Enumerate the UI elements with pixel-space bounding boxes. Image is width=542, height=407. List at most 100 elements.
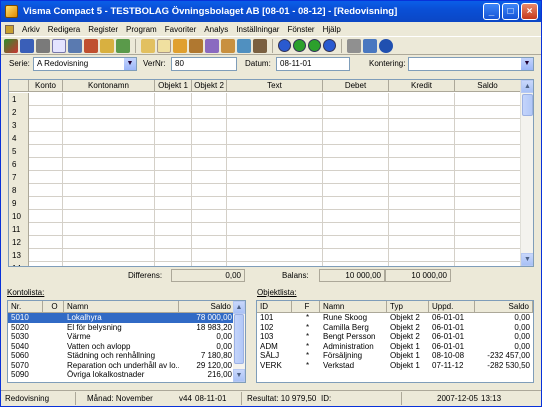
menu-register[interactable]: Register — [88, 25, 118, 34]
print-icon[interactable] — [36, 38, 50, 53]
grid-cell[interactable] — [455, 93, 521, 106]
list-item[interactable]: 5060 Städning och renhållning 7 180,80 — [8, 351, 245, 361]
grid-cell[interactable] — [389, 210, 455, 223]
col-text[interactable]: Text — [227, 80, 323, 92]
grid-cell[interactable] — [227, 184, 323, 197]
grid-row[interactable]: 3 — [9, 119, 521, 132]
menu-arkiv[interactable]: Arkiv — [22, 25, 40, 34]
grid-cell[interactable] — [63, 93, 155, 106]
grid-row[interactable]: 2 — [9, 106, 521, 119]
list-item[interactable]: ADM * Administration Objekt 1 06-01-01 0,00 — [257, 342, 533, 352]
grid-cell[interactable] — [29, 210, 63, 223]
col-saldo[interactable]: Saldo — [179, 301, 235, 313]
col-saldo[interactable]: Saldo — [475, 301, 533, 313]
grid-cell[interactable] — [227, 93, 323, 106]
grid-cell[interactable] — [192, 262, 227, 266]
grid-cell[interactable] — [192, 197, 227, 210]
grid-cell[interactable] — [192, 184, 227, 197]
grid-cell[interactable] — [389, 119, 455, 132]
grid-row[interactable]: 12 — [9, 236, 521, 249]
grid-cell[interactable] — [389, 106, 455, 119]
grid-cell[interactable] — [192, 145, 227, 158]
grid-cell[interactable] — [227, 132, 323, 145]
grid-cell[interactable] — [455, 158, 521, 171]
grid-cell[interactable] — [29, 158, 63, 171]
close-button[interactable]: × — [521, 3, 538, 20]
grid-cell[interactable] — [323, 249, 389, 262]
grid-cell[interactable] — [155, 184, 192, 197]
menu-favoriter[interactable]: Favoriter — [165, 25, 197, 34]
list-item[interactable]: VERK * Verkstad Objekt 1 07-11-12 -282 530,50 — [257, 361, 533, 371]
grid-cell[interactable] — [29, 171, 63, 184]
menu-analys[interactable]: Analys — [204, 25, 228, 34]
kontolista[interactable]: Nr. O Namn Saldo 5010 Lokalhyra 78 000,00 5… — [7, 300, 246, 383]
grid-cell[interactable] — [192, 210, 227, 223]
grid-cell[interactable] — [63, 171, 155, 184]
scroll-up-icon[interactable]: ▲ — [233, 301, 245, 314]
grid-row[interactable]: 9 — [9, 197, 521, 210]
chevron-down-icon[interactable]: ▼ — [123, 58, 136, 70]
grid-cell[interactable] — [29, 236, 63, 249]
list-item[interactable]: 5090 Övriga lokalkostnader 216,00 — [8, 370, 245, 380]
chevron-down-icon[interactable]: ▼ — [520, 58, 533, 70]
col-id[interactable]: ID — [257, 301, 292, 313]
grid-cell[interactable] — [227, 249, 323, 262]
col-nr[interactable]: Nr. — [8, 301, 43, 313]
grid-cell[interactable] — [389, 223, 455, 236]
grid-cell[interactable] — [323, 210, 389, 223]
menu-redigera[interactable]: Redigera — [48, 25, 80, 34]
grid-cell[interactable] — [323, 93, 389, 106]
grid-cell[interactable] — [155, 223, 192, 236]
grid-cell[interactable] — [155, 145, 192, 158]
grid-row[interactable]: 6 — [9, 158, 521, 171]
grid-cell[interactable] — [155, 171, 192, 184]
grid-cell[interactable] — [323, 145, 389, 158]
scroll-thumb[interactable] — [234, 314, 244, 364]
grid-cell[interactable] — [192, 223, 227, 236]
grid-cell[interactable] — [29, 184, 63, 197]
col-debet[interactable]: Debet — [323, 80, 389, 92]
grid-cell[interactable] — [227, 223, 323, 236]
grid-cell[interactable] — [455, 145, 521, 158]
list-item[interactable]: 5070 Reparation och underhåll av lo... 29 … — [8, 361, 245, 371]
grid-row[interactable]: 7 — [9, 171, 521, 184]
grid-cell[interactable] — [63, 184, 155, 197]
grid-scrollbar[interactable]: ▲ ▼ — [520, 80, 533, 266]
grid-cell[interactable] — [29, 145, 63, 158]
grid-cell[interactable] — [155, 106, 192, 119]
kontolista-scrollbar[interactable]: ▲ ▼ — [233, 301, 245, 382]
previous-record-icon[interactable] — [293, 39, 306, 52]
grid-cell[interactable] — [227, 171, 323, 184]
grid-cell[interactable] — [455, 210, 521, 223]
archive-icon[interactable] — [253, 38, 267, 53]
grid-cell[interactable] — [323, 119, 389, 132]
grid-cell[interactable] — [192, 93, 227, 106]
add-icon[interactable] — [116, 38, 130, 53]
grid-cell[interactable] — [389, 262, 455, 266]
info-icon[interactable] — [379, 38, 393, 53]
col-kontonamn[interactable]: Kontonamn — [63, 80, 155, 92]
grid-cell[interactable] — [155, 236, 192, 249]
maximize-button[interactable]: □ — [502, 3, 519, 20]
grid-row[interactable]: 8 — [9, 184, 521, 197]
kontering-select[interactable]: ▼ — [408, 57, 534, 71]
menu-fonster[interactable]: Fönster — [287, 25, 314, 34]
grid-cell[interactable] — [323, 106, 389, 119]
save-icon[interactable] — [20, 38, 34, 53]
app-switch-icon[interactable] — [4, 38, 18, 53]
grid-cell[interactable] — [63, 158, 155, 171]
first-record-icon[interactable] — [278, 39, 291, 52]
grid-cell[interactable] — [389, 249, 455, 262]
col-objekt2[interactable]: Objekt 2 — [192, 80, 227, 92]
minimize-button[interactable]: _ — [483, 3, 500, 20]
grid-row[interactable]: 10 — [9, 210, 521, 223]
list-item[interactable]: 5030 Värme 0,00 — [8, 332, 245, 342]
col-objekt1[interactable]: Objekt 1 — [155, 80, 192, 92]
grid-cell[interactable] — [155, 158, 192, 171]
edit-icon[interactable] — [52, 38, 66, 53]
scroll-down-icon[interactable]: ▼ — [233, 369, 245, 382]
grid-cell[interactable] — [63, 223, 155, 236]
list-item[interactable]: 5040 Vatten och avlopp 0,00 — [8, 342, 245, 352]
grid-cell[interactable] — [227, 262, 323, 266]
grid-cell[interactable] — [63, 236, 155, 249]
